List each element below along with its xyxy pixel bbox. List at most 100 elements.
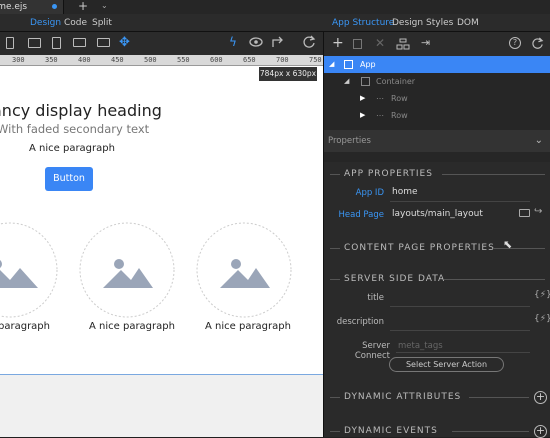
phone-landscape-icon[interactable] (28, 38, 41, 48)
description-input[interactable] (390, 330, 530, 331)
ruler-tick: 300 (12, 56, 25, 64)
tabs-menu-chevron-icon[interactable]: ⌄ (101, 1, 108, 10)
horizontal-ruler: 300 350 400 450 500 550 600 650 700 750 (0, 55, 323, 66)
tree-item-app[interactable]: ◢ App (324, 56, 550, 73)
expand-icon[interactable]: ▶ (360, 90, 365, 107)
row-icon: ⋯ (376, 111, 384, 120)
tree-item-label: App (360, 60, 376, 69)
bolt-icon[interactable]: ϟ (229, 35, 237, 49)
add-attribute-icon[interactable]: + (534, 391, 547, 404)
design-canvas[interactable]: ancy display heading With faded secondar… (0, 66, 323, 437)
ruler-tick: 500 (144, 56, 157, 64)
unsaved-dot-icon (52, 4, 57, 9)
tree-item-label: Row (391, 94, 408, 103)
delete-icon[interactable]: ✕ (375, 36, 385, 50)
ruler-tick: 700 (276, 56, 289, 64)
content-page-properties-heading: CONTENT PAGE PROPERTIES (344, 243, 495, 253)
design-mode-tab[interactable]: Design (30, 14, 61, 32)
image-placeholder-icon[interactable] (0, 222, 58, 318)
page-heading[interactable]: ancy display heading (0, 101, 162, 120)
divider (442, 174, 545, 175)
title-input[interactable] (390, 306, 530, 307)
server-connect-input[interactable]: meta_tags (398, 341, 443, 351)
app-id-field[interactable]: home (392, 187, 418, 197)
refresh-structure-icon[interactable] (531, 37, 544, 50)
share-arrow-icon[interactable]: ↪ (534, 206, 542, 217)
laptop-device-icon[interactable] (73, 38, 86, 47)
split-mode-tab[interactable]: Split (92, 14, 112, 32)
refresh-icon[interactable] (302, 35, 316, 49)
card-paragraph[interactable]: A nice paragraph (89, 321, 175, 332)
dynamic-data-icon[interactable]: {⚡} (534, 314, 550, 324)
add-event-icon[interactable]: + (534, 425, 547, 438)
app-structure-panel: + ✕ ⇥ ? ◢ App ◢ Container ▶ ⋯ Row ▶ ⋯ Ro… (323, 32, 550, 438)
divider (390, 201, 530, 202)
ruler-tick: 600 (210, 56, 223, 64)
exit-icon[interactable]: ⇥ (421, 36, 430, 49)
ruler-tick: 550 (177, 56, 190, 64)
server-connect-label: Server Connect (354, 341, 390, 361)
properties-title: Properties (328, 136, 371, 146)
dynamic-data-icon[interactable]: {⚡} (534, 290, 550, 300)
properties-header[interactable]: Properties ⌄ (324, 130, 550, 152)
copy-icon[interactable] (353, 39, 362, 49)
file-tab[interactable]: home.ejs (0, 0, 64, 14)
select-server-action-button[interactable]: Select Server Action (389, 357, 504, 372)
tree-item-container[interactable]: ◢ Container (324, 73, 550, 90)
code-mode-tab[interactable]: Code (64, 14, 87, 32)
styles-tab[interactable]: Styles (426, 14, 453, 32)
title-label: title (367, 293, 384, 303)
divider (494, 248, 545, 249)
dynamic-events-heading: DYNAMIC EVENTS (344, 426, 438, 436)
ruler-tick: 650 (243, 56, 256, 64)
server-side-data-heading: SERVER SIDE DATA (344, 274, 446, 284)
structure-icon[interactable] (396, 38, 410, 50)
tree-item-label: Container (376, 77, 416, 86)
design-panel-tab[interactable]: Design (392, 14, 423, 32)
tree-item-row[interactable]: ▶ ⋯ Row (324, 90, 550, 107)
phone-device-icon[interactable] (6, 37, 14, 49)
image-placeholder-icon[interactable] (79, 222, 175, 318)
add-element-icon[interactable]: + (332, 35, 344, 51)
head-page-field[interactable]: layouts/main_layout (392, 209, 483, 219)
divider (330, 248, 340, 249)
app-structure-tab[interactable]: App Structure (332, 14, 394, 32)
canvas-size-badge: 784px x 630px (259, 67, 317, 81)
page-subtext[interactable]: With faded secondary text (0, 122, 149, 136)
new-tab-icon[interactable]: + (78, 0, 88, 13)
structure-toolbar: + ✕ ⇥ ? (324, 32, 550, 56)
eye-icon[interactable] (249, 36, 263, 48)
collapse-icon[interactable]: ◢ (329, 56, 334, 73)
app-properties-heading: APP PROPERTIES (344, 169, 433, 179)
collapse-icon[interactable]: ◢ (344, 73, 349, 90)
tablet-device-icon[interactable] (52, 37, 61, 49)
main-toolbar: Design Code Split App Structure Design S… (0, 14, 550, 32)
app-id-label: App ID (355, 188, 384, 198)
file-tab-label: home.ejs (0, 2, 28, 12)
share-icon[interactable] (272, 36, 286, 48)
row-icon: ⋯ (376, 94, 384, 103)
card-paragraph[interactable]: A nice paragraph (205, 321, 291, 332)
divider (330, 431, 340, 432)
divider (330, 174, 340, 175)
divider (396, 352, 530, 353)
divider (452, 431, 529, 432)
ruler-tick: 350 (45, 56, 58, 64)
tree-item-row[interactable]: ▶ ⋯ Row (324, 107, 550, 124)
desktop-device-icon[interactable] (97, 38, 110, 47)
container-icon (361, 77, 370, 86)
mouse-cursor-icon: ⬉ (503, 238, 513, 251)
image-placeholder-icon[interactable] (196, 222, 292, 318)
move-icon[interactable]: ✥ (119, 35, 130, 50)
expand-icon[interactable]: ▶ (360, 107, 365, 124)
folder-icon[interactable] (519, 209, 530, 217)
dom-tab[interactable]: DOM (457, 14, 479, 32)
divider (469, 397, 529, 398)
card-paragraph[interactable]: paragraph (0, 321, 50, 332)
page-paragraph[interactable]: A nice paragraph (29, 143, 115, 154)
chevron-down-icon[interactable]: ⌄ (535, 130, 543, 152)
page-button[interactable]: Button (45, 167, 93, 191)
help-icon[interactable]: ? (509, 37, 521, 49)
ruler-tick: 400 (78, 56, 91, 64)
file-tab-bar: home.ejs + ⌄ (0, 0, 550, 14)
